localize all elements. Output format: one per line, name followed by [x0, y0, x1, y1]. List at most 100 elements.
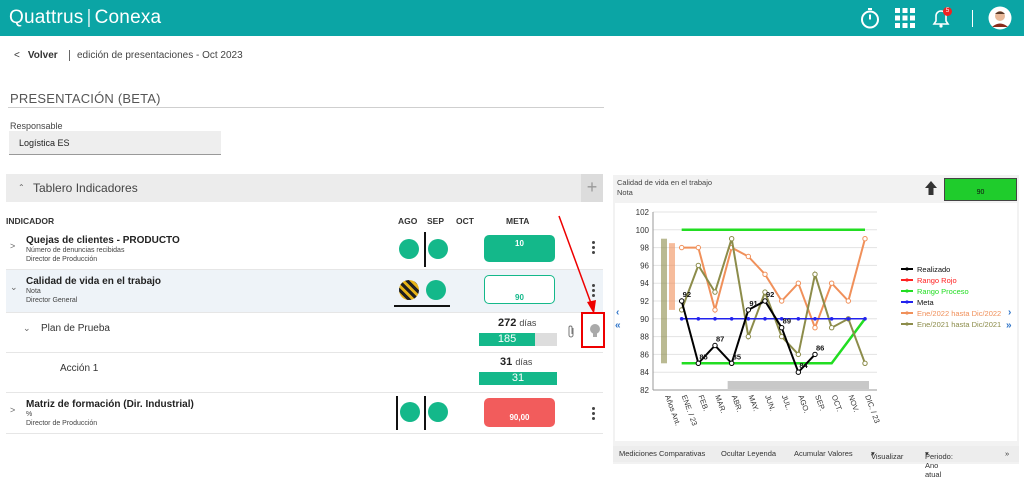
plus-icon[interactable]: +: [581, 174, 603, 202]
bell-icon[interactable]: 5: [928, 5, 954, 31]
responsable-label: Responsable: [10, 121, 63, 131]
visualizar-dropdown[interactable]: Visualizar ▾: [871, 449, 903, 461]
legend-label: Realizado: [917, 265, 950, 274]
chart-first-arrow[interactable]: «: [615, 320, 621, 331]
x-tick-label: FEB.: [696, 394, 710, 413]
legend-dot: [905, 278, 909, 282]
table-row[interactable]: ⌄ Calidad de vida en el trabajo Nota Dir…: [6, 270, 603, 313]
progress-bar: 31: [479, 372, 557, 385]
series-2022-point: [828, 280, 835, 286]
meta-point: [746, 317, 751, 321]
y-tick-label: 102: [636, 208, 650, 217]
col-indicador: INDICADOR: [6, 216, 55, 226]
status-dot-warning[interactable]: [399, 280, 419, 300]
current-month-marker: [424, 396, 426, 430]
status-dot[interactable]: [428, 239, 448, 259]
y-tick-label: 84: [640, 368, 649, 377]
series-realizado-point: [712, 342, 718, 349]
indicator-unit: Nota: [26, 288, 41, 295]
table-row[interactable]: > Matriz de formación (Dir. Industrial) …: [6, 393, 603, 434]
progress-fill: 31: [479, 372, 557, 385]
grid-apps-icon[interactable]: [892, 5, 918, 31]
kebab-icon[interactable]: [592, 407, 596, 422]
chevron-right-icon[interactable]: >: [10, 241, 15, 251]
paperclip-icon[interactable]: [567, 325, 576, 343]
chart-last-arrow[interactable]: »: [1006, 320, 1012, 331]
indicator-unit: Número de denuncias recibidas: [26, 247, 125, 254]
series-2021-point: [745, 333, 752, 340]
tablero-header[interactable]: ⌃ Tablero Indicadores +: [6, 174, 603, 202]
prior-2022-range: [669, 243, 675, 310]
series-2021-point: [695, 262, 702, 269]
table-row[interactable]: ⌄ Plan de Prueba 272 días 185: [6, 313, 603, 353]
meta-point: [696, 317, 701, 321]
line-chart: 828486889092949698100102Años Ant.ENE. / …: [636, 208, 1002, 427]
series-realizado-point: [678, 298, 685, 304]
status-dot[interactable]: [428, 402, 448, 422]
x-tick-label: DIC. / 23: [863, 394, 882, 425]
x-tick-label: JUN.: [763, 394, 777, 413]
legend-label: Ene/2022 hasta Dic/2022: [917, 309, 1001, 318]
series-2022-point: [762, 271, 768, 278]
stopwatch-icon[interactable]: [857, 5, 883, 31]
series-realizado-point: [728, 360, 735, 367]
current-month-marker: [424, 232, 426, 267]
chevron-down-icon[interactable]: ⌄: [23, 323, 31, 334]
legend-label: Meta: [917, 298, 935, 307]
data-label: 92: [766, 290, 774, 299]
status-dot[interactable]: [426, 280, 446, 300]
status-dot[interactable]: [400, 402, 420, 422]
table-row[interactable]: > Quejas de clientes - PRODUCTO Número d…: [6, 229, 603, 270]
col-meta: META: [506, 216, 530, 226]
meta-point: [796, 317, 801, 321]
chevron-right-icon[interactable]: >: [10, 405, 15, 415]
ocultar-leyenda-button[interactable]: Ocultar Leyenda: [721, 449, 776, 458]
indicator-owner: Director General: [26, 297, 78, 304]
legend-dot: [905, 300, 909, 304]
periodo-dropdown[interactable]: Periodo: Ano atual ▾: [925, 449, 953, 479]
acumular-valores-button[interactable]: Acumular Valores: [794, 449, 853, 458]
status-dot[interactable]: [399, 239, 419, 259]
series-2021-point: [712, 289, 718, 295]
mediciones-comparativas-button[interactable]: Mediciones Comparativas: [619, 449, 705, 458]
meta-badge: 90: [484, 275, 555, 304]
y-tick-label: 98: [640, 244, 649, 253]
chart-footer: Mediciones Comparativas Ocultar Leyenda …: [613, 446, 1019, 479]
indicator-name: Calidad de vida en el trabajo: [26, 276, 162, 287]
series-2022-point: [745, 253, 752, 260]
y-tick-label: 94: [640, 279, 649, 288]
current-month-marker: [394, 305, 450, 307]
chevron-up-icon[interactable]: ⌃: [18, 183, 25, 192]
chevron-left-icon: <: [14, 50, 20, 61]
legend-dot: [905, 267, 909, 271]
topbar-divider: [972, 10, 973, 27]
notification-badge: 5: [943, 7, 952, 16]
col-ago: AGO: [398, 216, 418, 226]
month-marker: [396, 396, 398, 430]
series-2021-point: [828, 325, 835, 331]
x-tick-label: ABR.: [730, 394, 744, 414]
footer-more-icon[interactable]: »: [1005, 449, 1009, 458]
meta-point: [829, 317, 834, 321]
chevron-down-icon[interactable]: ⌄: [10, 282, 18, 293]
data-label: 89: [783, 317, 791, 326]
back-button[interactable]: < Volver: [14, 50, 58, 61]
meta-point: [863, 317, 867, 321]
data-label: 86: [816, 343, 824, 352]
series-realizado-point: [745, 307, 752, 313]
series-2022-point: [778, 298, 785, 304]
chart-scrollbar: [727, 381, 869, 389]
chart-prev-arrow[interactable]: ‹: [616, 307, 619, 318]
chart-next-arrow[interactable]: ›: [1008, 307, 1011, 318]
indicator-owner: Director de Producción: [26, 420, 98, 427]
table-row[interactable]: Acción 1 31 días 31: [6, 353, 603, 393]
progress-bar: 185: [479, 333, 557, 346]
legend-dot: [905, 322, 909, 326]
meta-point: [679, 317, 684, 321]
x-tick-label: NOV.: [846, 394, 860, 414]
responsable-field[interactable]: Logística ES: [9, 131, 221, 155]
y-tick-label: 82: [640, 386, 649, 395]
avatar[interactable]: [987, 5, 1013, 31]
brand-logo[interactable]: Quattrus | Conexa: [9, 7, 161, 29]
series-2022-point: [845, 298, 852, 304]
